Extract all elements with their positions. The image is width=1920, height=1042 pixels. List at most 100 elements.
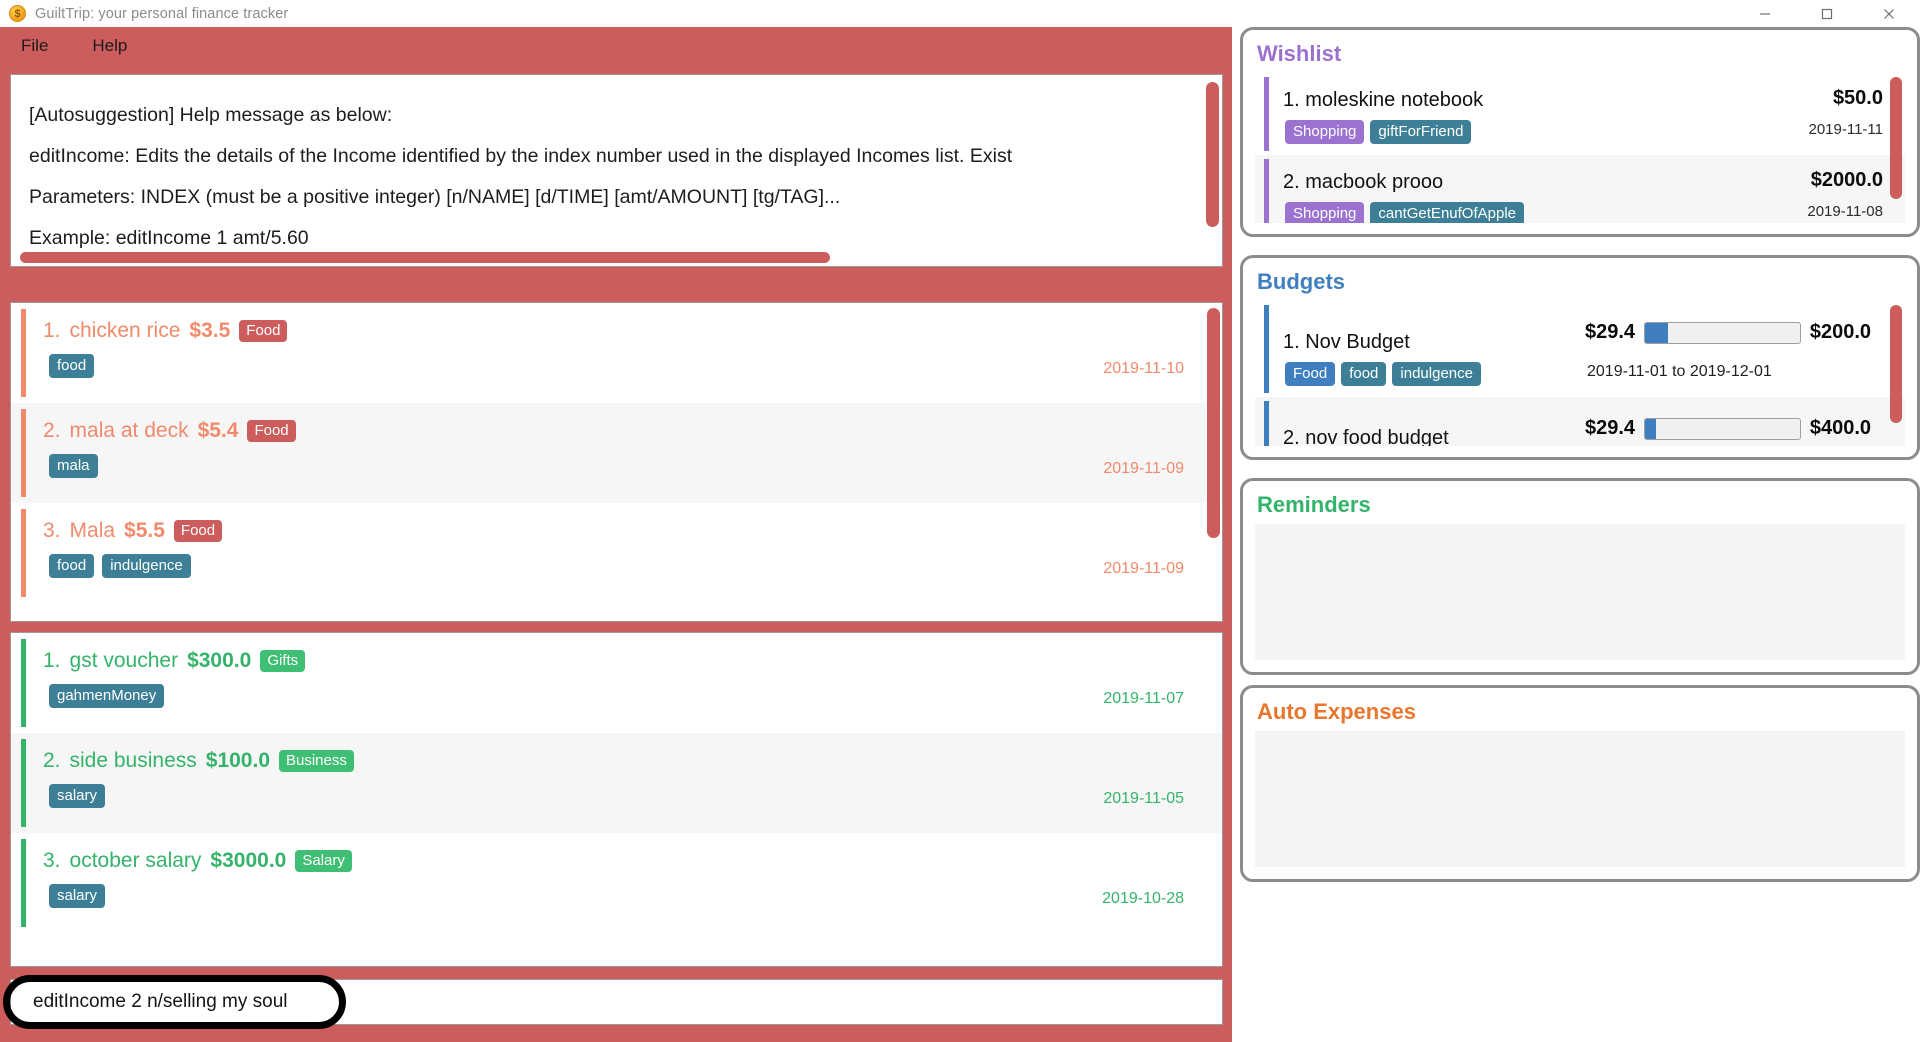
row-name: Mala (69, 519, 116, 542)
row-name: gst voucher (69, 649, 179, 672)
expense-list[interactable]: 1. chicken rice $3.5 Food food 2019-11-10 2. ma… (10, 302, 1223, 622)
wishlist-item[interactable]: 1. moleskine notebook Shopping giftForFrie… (1255, 73, 1905, 155)
row-amount: $100.0 (205, 749, 270, 772)
main-pane: File Help [Autosuggestion] Help message … (0, 27, 1232, 1042)
tag: food (49, 554, 95, 578)
menu-bar: File Help (0, 27, 1232, 65)
row-index: 1. (43, 319, 61, 342)
row-accent-bar (1264, 77, 1269, 151)
row-accent-bar (21, 639, 26, 727)
wishlist-item-price: $50.0 (1832, 87, 1883, 109)
category-badge: Food (173, 520, 223, 542)
result-horizontal-scrollbar[interactable] (12, 251, 1204, 265)
wishlist-item[interactable]: 2. macbook prooo Shopping cantGetEnufOfApp… (1255, 155, 1905, 223)
wishlist-item-date: 2019-11-08 (1807, 203, 1883, 220)
result-display: [Autosuggestion] Help message as below: … (10, 74, 1223, 267)
budget-date-range: 2019-11-01 to 2019-12-01 (1587, 363, 1772, 380)
tag-list: mala (43, 454, 1222, 478)
tag: mala (49, 454, 98, 478)
wishlist-panel: Wishlist 1. moleskine notebook Shopping gi… (1240, 27, 1920, 237)
budget-progress-bar (1644, 321, 1801, 344)
list-item[interactable]: 1. gst voucher $300.0 Gifts gahmenMoney 2019-… (11, 633, 1222, 733)
list-item[interactable]: 2. side business $100.0 Business salary 2019-… (11, 733, 1222, 833)
reminders-panel: Reminders (1240, 478, 1920, 675)
row-accent-bar (21, 509, 26, 597)
row-date: 2019-11-05 (1103, 790, 1184, 807)
budget-progress-bar (1644, 417, 1801, 440)
tag: food (1341, 362, 1387, 386)
tag-list: food indulgence (43, 554, 1222, 578)
budgets-body[interactable]: 1. Nov Budget Food food indulgence $29.4 $200… (1255, 301, 1905, 446)
app-window: $ GuiltTrip: your personal finance track… (0, 0, 1920, 1042)
row-accent-bar (1264, 305, 1269, 393)
budgets-scrollbar[interactable] (1890, 305, 1902, 423)
menu-help[interactable]: Help (89, 34, 130, 58)
reminders-title: Reminders (1257, 492, 1371, 517)
row-name: side business (69, 749, 197, 772)
row-amount: $300.0 (187, 649, 252, 672)
income-list[interactable]: 1. gst voucher $300.0 Gifts gahmenMoney 2019-… (10, 632, 1223, 967)
row-amount: $5.4 (197, 419, 239, 442)
menu-file[interactable]: File (18, 34, 51, 58)
row-index: 2. (43, 749, 61, 772)
row-accent-bar (21, 839, 26, 927)
row-accent-bar (1264, 401, 1269, 446)
row-date: 2019-11-09 (1103, 460, 1184, 477)
row-name: mala at deck (69, 419, 189, 442)
expense-list-scrollbar[interactable] (1205, 304, 1221, 620)
close-icon[interactable] (1858, 0, 1920, 27)
tag: gahmenMoney (49, 684, 165, 708)
budget-spent: $29.4 (1585, 321, 1636, 343)
row-date: 2019-11-10 (1103, 360, 1184, 377)
tag-list: salary (43, 884, 1222, 908)
result-line: [Autosuggestion] Help message as below: (29, 104, 393, 126)
minimize-icon[interactable] (1734, 0, 1796, 27)
budget-item[interactable]: 1. Nov Budget Food food indulgence $29.4 $200… (1255, 301, 1905, 397)
tag: Shopping (1285, 120, 1365, 144)
tag: salary (49, 884, 106, 908)
list-item[interactable]: 2. mala at deck $5.4 Food mala 2019-11-09 (11, 403, 1222, 503)
row-accent-bar (1264, 159, 1269, 223)
budget-spent: $29.4 (1585, 417, 1636, 439)
auto-expenses-title: Auto Expenses (1257, 699, 1416, 724)
wishlist-scrollbar[interactable] (1890, 77, 1902, 199)
title-bar: $ GuiltTrip: your personal finance track… (0, 0, 1920, 27)
maximize-icon[interactable] (1796, 0, 1858, 27)
command-input[interactable]: editIncome 2 n/selling my soul (10, 979, 1223, 1025)
wishlist-body[interactable]: 1. moleskine notebook Shopping giftForFrie… (1255, 73, 1905, 223)
wishlist-item-price: $2000.0 (1810, 169, 1883, 191)
list-item[interactable]: 1. chicken rice $3.5 Food food 2019-11-10 (11, 303, 1222, 403)
row-index: 3. (43, 849, 61, 872)
row-index: 3. (43, 519, 61, 542)
auto-expenses-panel: Auto Expenses (1240, 685, 1920, 882)
row-name: october salary (69, 849, 202, 872)
row-accent-bar (21, 739, 26, 827)
auto-expenses-body[interactable] (1255, 731, 1905, 867)
row-index: 2. (43, 419, 61, 442)
budget-total: $200.0 (1809, 321, 1871, 343)
budget-item[interactable]: 2. nov food budget $29.4 $400.0 (1255, 397, 1905, 446)
list-item[interactable]: 3. october salary $3000.0 Salary salary 2019-… (11, 833, 1222, 933)
category-badge: Business (279, 750, 354, 772)
row-amount: $3.5 (189, 319, 231, 342)
category-badge: Food (239, 320, 288, 342)
budgets-panel: Budgets 1. Nov Budget Food food indulgence $… (1240, 255, 1920, 460)
window-title: GuiltTrip: your personal finance tracker (35, 5, 289, 22)
list-item[interactable]: 3. Mala $5.5 Food food indulgence 2019-11-09 (11, 503, 1222, 603)
wishlist-title: Wishlist (1257, 41, 1342, 66)
category-badge: Gifts (260, 650, 306, 672)
tag-list: food (43, 354, 1222, 378)
wishlist-item-date: 2019-11-11 (1808, 121, 1883, 138)
reminders-body[interactable] (1255, 524, 1905, 660)
tag-list: salary (43, 784, 1222, 808)
window-controls (1734, 0, 1920, 27)
result-vertical-scrollbar[interactable] (1204, 76, 1221, 265)
result-line: editIncome: Edits the details of the Inc… (29, 145, 1013, 167)
row-amount: $5.5 (124, 519, 165, 542)
row-accent-bar (21, 409, 26, 497)
category-badge: Food (247, 420, 296, 442)
tag: indulgence (1392, 362, 1481, 386)
tag: Shopping (1285, 202, 1365, 223)
tag: Food (1285, 362, 1336, 386)
row-index: 1. (43, 649, 61, 672)
